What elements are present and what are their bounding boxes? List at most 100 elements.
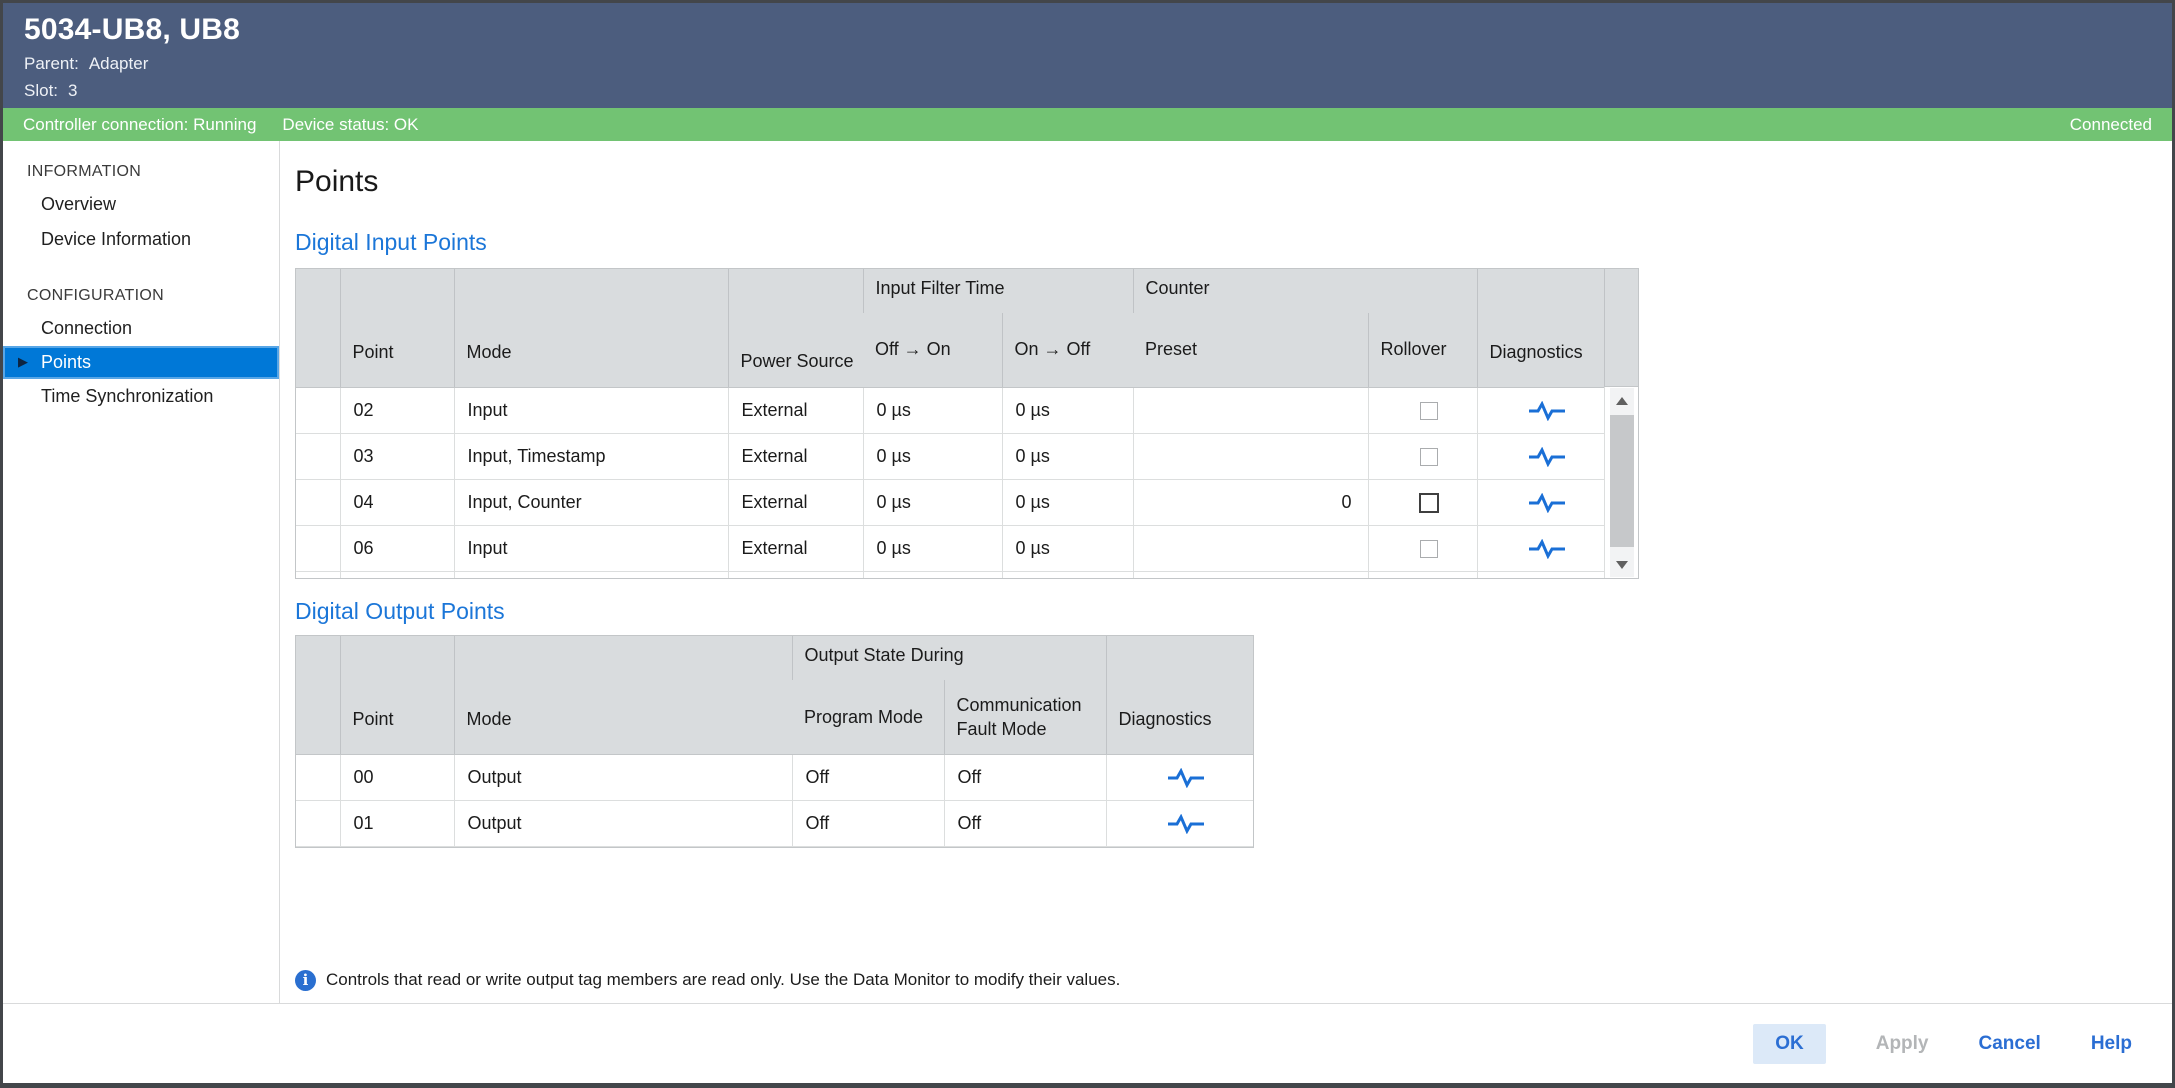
rollover-checkbox-disabled [1420,402,1438,420]
info-message-line: i Controls that read or write output tag… [295,970,2172,991]
on-off-cell[interactable]: 0 µs [1002,387,1133,433]
diagnostics-pulse-icon [1527,447,1567,467]
off-on-cell[interactable]: 0 µs [863,387,1002,433]
diagnostics-cell[interactable] [1477,433,1604,479]
preset-cell [1133,433,1368,479]
parent-line: Parent: Adapter [24,54,2172,74]
output-header-diagnostics: Diagnostics [1106,636,1253,754]
diagnostics-cell[interactable] [1477,571,1604,579]
mode-cell[interactable]: Input, Timestamp [454,433,728,479]
output-header-communication-fault-mode: Communication Fault Mode [944,680,1106,754]
off-on-cell[interactable]: 0 µs [863,571,1002,579]
mode-cell[interactable]: Input [454,387,728,433]
off-on-cell[interactable]: 0 µs [863,433,1002,479]
rollover-cell [1368,387,1477,433]
status-bar: Controller connection: Running Device st… [3,108,2172,141]
diagnostics-pulse-icon [1527,539,1567,559]
output-header-point: Point [340,636,454,754]
sidebar-section-information: INFORMATION [3,157,279,187]
parent-value: Adapter [89,54,149,73]
row-selector[interactable] [296,433,340,479]
sidebar-item-points[interactable]: ▶ Points [3,346,279,379]
communication-fault-mode-cell[interactable]: Off [944,754,1106,800]
sidebar-item-connection[interactable]: Connection [3,311,279,346]
sidebar-item-points-label: Points [41,352,91,372]
selected-item-arrow-icon: ▶ [18,354,28,370]
scrollbar-down-arrow-icon[interactable] [1610,551,1634,577]
preset-cell [1133,525,1368,571]
mode-cell[interactable]: Input [454,525,728,571]
footer-button-bar: OK Apply Cancel Help [3,1003,2172,1083]
preset-cell[interactable]: 0 [1133,479,1368,525]
controller-connection-status: Controller connection: Running [23,115,256,135]
diagnostics-cell[interactable] [1106,800,1253,846]
communication-fault-mode-cell[interactable]: Off [944,800,1106,846]
on-off-cell[interactable]: 0 µs [1002,525,1133,571]
diagnostics-cell[interactable] [1477,479,1604,525]
scrollbar-up-arrow-icon[interactable] [1610,388,1634,414]
scrollbar-thumb[interactable] [1610,415,1634,547]
row-selector[interactable] [296,525,340,571]
device-profile-window: 5034-UB8, UB8 Parent: Adapter Slot:3 Cont… [0,0,2175,1088]
on-off-cell[interactable]: 0 µs [1002,433,1133,479]
row-selector[interactable] [296,387,340,433]
diagnostics-cell[interactable] [1477,387,1604,433]
diagnostics-cell[interactable] [1106,754,1253,800]
program-mode-cell[interactable]: Off [792,800,944,846]
input-table: Point Mode Power Source Input Filter Tim… [296,269,1604,579]
sidebar-nav: INFORMATION Overview Device Information … [3,141,280,1003]
input-row-06: 06 Input External 0 µs 0 µs [296,525,1604,571]
power-source-cell[interactable]: External [728,479,863,525]
power-source-cell[interactable]: External [728,571,863,579]
slot-line: Slot:3 [24,81,2172,101]
sidebar-item-time-synchronization[interactable]: Time Synchronization [3,379,279,414]
connection-state: Connected [2070,115,2152,135]
vertical-scrollbar[interactable] [1604,387,1638,578]
rollover-cell [1368,479,1477,525]
mode-cell[interactable]: Output [454,800,792,846]
point-cell: 02 [340,387,454,433]
program-mode-cell[interactable]: Off [792,754,944,800]
mode-cell[interactable]: Input [454,571,728,579]
scrollbar-header-cell [1604,269,1638,387]
row-selector[interactable] [296,479,340,525]
digital-input-points-heading[interactable]: Digital Input Points [295,227,2172,257]
output-header-program-mode: Program Mode [792,680,944,754]
input-row-02: 02 Input External 0 µs 0 µs [296,387,1604,433]
output-header-mode: Mode [454,636,792,754]
main-panel: Points Digital Input Points Point Mode P… [281,141,2172,1003]
title-bar: 5034-UB8, UB8 Parent: Adapter Slot:3 [3,3,2172,108]
preset-cell [1133,387,1368,433]
digital-output-points-table: Point Mode Output State During Diagnosti… [295,635,1254,848]
diagnostics-cell[interactable] [1477,525,1604,571]
power-source-cell[interactable]: External [728,387,863,433]
apply-button[interactable]: Apply [1876,1033,1929,1055]
on-off-cell[interactable]: 0 µs [1002,571,1133,579]
info-icon: i [295,970,316,991]
mode-cell[interactable]: Output [454,754,792,800]
digital-output-points-heading[interactable]: Digital Output Points [295,596,2172,626]
power-source-cell[interactable]: External [728,525,863,571]
off-on-cell[interactable]: 0 µs [863,479,1002,525]
rollover-checkbox-disabled [1420,540,1438,558]
output-header-group-output-state-during: Output State During [792,636,1106,680]
help-button[interactable]: Help [2091,1033,2132,1055]
power-source-cell[interactable]: External [728,433,863,479]
point-cell: 04 [340,479,454,525]
output-header-selector [296,636,340,754]
row-selector[interactable] [296,800,340,846]
mode-cell[interactable]: Input, Counter [454,479,728,525]
diagnostics-pulse-icon [1166,814,1206,834]
cancel-button[interactable]: Cancel [1979,1033,2041,1055]
device-title: 5034-UB8, UB8 [24,13,2172,47]
ok-button[interactable]: OK [1753,1024,1826,1064]
row-selector[interactable] [296,754,340,800]
parent-label: Parent: [24,54,79,73]
off-on-cell[interactable]: 0 µs [863,525,1002,571]
sidebar-item-device-information[interactable]: Device Information [3,222,279,257]
digital-input-points-table: Point Mode Power Source Input Filter Tim… [295,268,1639,579]
on-off-cell[interactable]: 0 µs [1002,479,1133,525]
sidebar-item-overview[interactable]: Overview [3,187,279,222]
row-selector[interactable] [296,571,340,579]
rollover-checkbox[interactable] [1419,493,1439,513]
